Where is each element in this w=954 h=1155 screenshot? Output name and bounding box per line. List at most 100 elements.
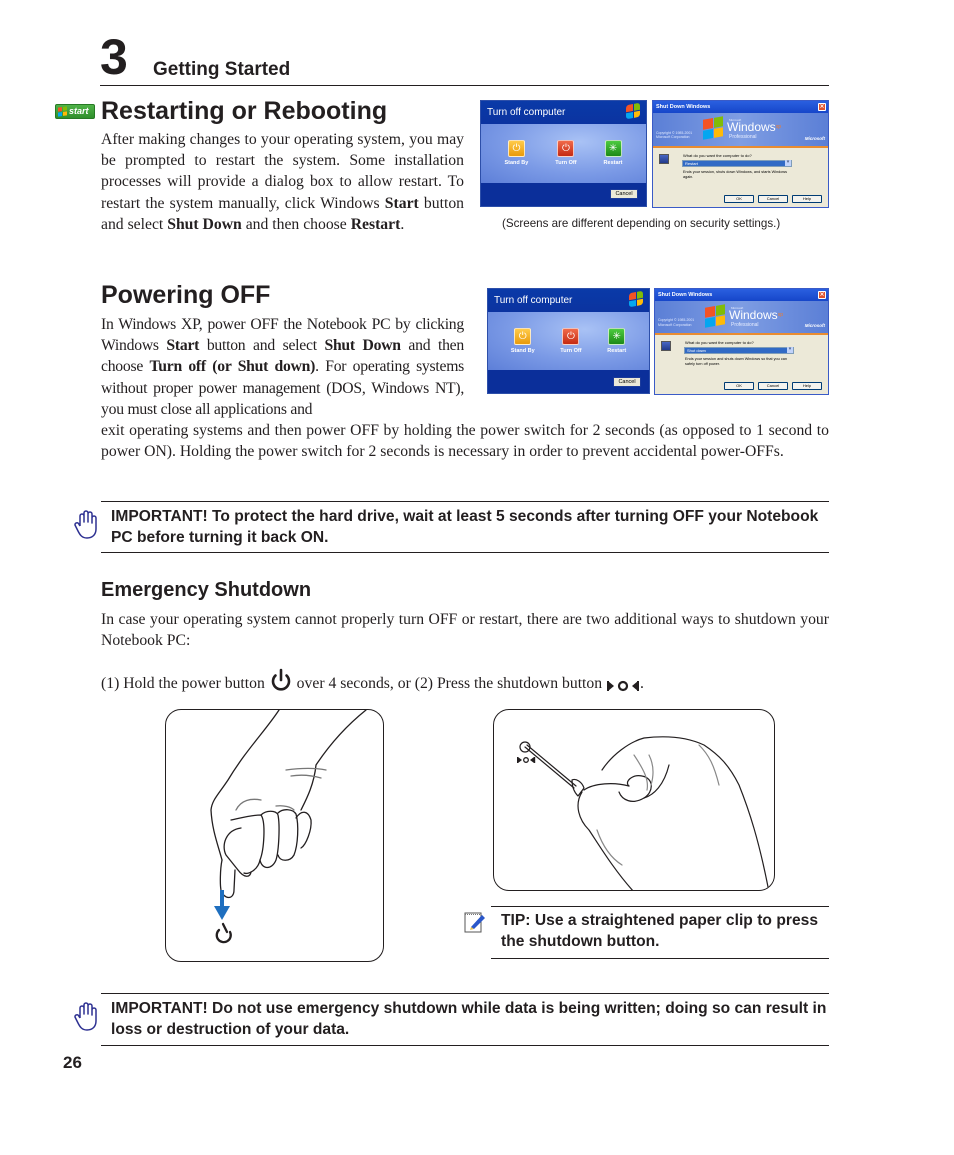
brand-name: Windows [729, 307, 778, 322]
option-label: Turn Off [555, 160, 577, 167]
help-button[interactable]: Help [792, 381, 822, 390]
notepad-pen-icon [464, 911, 486, 938]
copyright-text: Copyright © 1985-2001 Microsoft Corporat… [658, 318, 695, 327]
windows-logo-icon [703, 115, 723, 140]
turn-off-option[interactable]: ⏻ Turn Off [560, 327, 582, 354]
edition-text: Professional [729, 133, 757, 140]
emergency-paragraph: In case your operating system cannot pro… [101, 611, 829, 650]
bold-run: Restart [350, 215, 401, 233]
callout-top-rule [101, 501, 829, 502]
dialog-titlebar: Turn off computer [488, 289, 649, 312]
standby-icon: ⏻ [514, 327, 532, 345]
computer-icon [661, 341, 671, 352]
start-badge-label: start [69, 106, 89, 116]
power-off-icon: ⏻ [562, 327, 580, 345]
vendor-text: Microsoft [804, 135, 825, 141]
cancel-button[interactable]: Cancel [610, 189, 638, 200]
power-paragraph-continued: exit operating systems and then power OF… [101, 422, 829, 461]
copyright-text: Copyright © 1985-2001 Microsoft Corporat… [656, 130, 693, 140]
windows-xp-banner: Copyright © 1985-2001 Microsoft Corporat… [653, 112, 828, 148]
power-paragraph: In Windows XP, power OFF the Notebook PC… [101, 314, 464, 420]
option-label: Stand By [504, 160, 529, 167]
restart-option[interactable]: ✳ Restart [607, 327, 627, 354]
close-icon[interactable]: × [818, 102, 826, 111]
turn-off-computer-dialog: Turn off computer ⏻ Stand By ⏻ Turn Off ✳ R… [480, 100, 647, 207]
standby-icon: ⏻ [507, 140, 525, 158]
power-button-icon [269, 668, 293, 698]
hand-stop-icon [74, 1000, 98, 1032]
turn-off-computer-dialog: Turn off computer ⏻ Stand By ⏻ Turn Off ✳ R… [487, 288, 650, 394]
dialog-options: ⏻ Stand By ⏻ Turn Off ✳ Restart [481, 124, 646, 183]
restart-option[interactable]: ✳ Restart [604, 140, 623, 166]
dialog-titlebar: Shut Down Windows × [655, 289, 828, 301]
option-label: Stand By [510, 347, 535, 354]
callout-bottom-rule [101, 1045, 829, 1046]
dialog-buttons: OK Cancel Help [724, 194, 822, 203]
windows-logo-icon [626, 102, 640, 120]
tip-top-rule [491, 906, 829, 907]
action-description: Ends your session, shuts down Windows, a… [683, 169, 788, 179]
dialog-titlebar: Turn off computer [481, 101, 646, 125]
text-run: . [400, 215, 405, 233]
power-button-illustration [165, 709, 384, 962]
brand-text: Windowsxp [729, 309, 783, 321]
emergency-section-title: Emergency Shutdown [101, 579, 312, 601]
callout-bottom-rule [101, 552, 829, 553]
text-run: . [640, 675, 644, 692]
bold-run: Shut Down [167, 215, 242, 233]
action-select[interactable]: Restart [682, 159, 792, 167]
option-label: Turn Off [560, 347, 582, 354]
bold-run: Start [166, 337, 200, 355]
dialog-titlebar: Shut Down Windows × [653, 101, 828, 113]
bold-run: Turn off (or Shut down) [149, 358, 316, 376]
important-note-emergency: IMPORTANT! Do not use emergency shutdown… [111, 1000, 827, 1038]
paper-clip-illustration [493, 709, 775, 891]
paper-clip-hand-icon [517, 736, 770, 890]
dialog-body: What do you want the computer to do? Res… [653, 148, 828, 207]
brand-name: Windows [727, 119, 776, 134]
power-section-title: Powering OFF [101, 281, 271, 309]
vendor-text: Microsoft [804, 323, 825, 329]
cancel-button[interactable]: Cancel [758, 381, 788, 390]
chapter-title: Getting Started [153, 59, 291, 80]
action-description: Ends your session and shuts down Windows… [685, 357, 787, 367]
dialog-title: Shut Down Windows [658, 291, 713, 298]
ok-button[interactable]: OK [724, 381, 754, 390]
screenshot-caption: (Screens are different depending on secu… [502, 217, 781, 230]
restart-icon: ✳ [608, 327, 626, 345]
windows-xp-banner: Copyright © 1985-2001 Microsoft Corporat… [655, 300, 828, 336]
restart-icon: ✳ [604, 140, 622, 158]
ok-button[interactable]: OK [724, 194, 754, 203]
shut-down-windows-dialog: Shut Down Windows × Copyright © 1985-200… [652, 100, 829, 208]
brand-sup: xp [777, 311, 783, 318]
cancel-button[interactable]: Cancel [758, 194, 788, 203]
text-run: (1) Hold the power button [101, 675, 269, 692]
text-run: button and select [199, 337, 325, 355]
dialog-body: What do you want the computer to do? Shu… [655, 335, 828, 394]
standby-option[interactable]: ⏻ Stand By [504, 140, 528, 166]
chapter-number: 3 [100, 29, 128, 85]
cancel-button[interactable]: Cancel [613, 376, 641, 387]
emergency-steps: (1) Hold the power button over 4 seconds… [101, 668, 829, 698]
turn-off-option[interactable]: ⏻ Turn Off [555, 140, 577, 167]
option-label: Restart [603, 160, 623, 167]
dialog-footer: Cancel [481, 182, 646, 206]
close-icon[interactable]: × [818, 290, 826, 299]
dialog-title: Turn off computer [494, 294, 573, 306]
dialog-footer: Cancel [488, 370, 649, 393]
option-label: Restart [607, 347, 627, 354]
dialog-title: Shut Down Windows [656, 103, 711, 110]
help-button[interactable]: Help [792, 194, 822, 203]
action-select[interactable]: Shut down [684, 347, 794, 355]
shutdown-button-icon [606, 677, 640, 698]
windows-logo-icon [705, 303, 725, 328]
tip-bottom-rule [491, 958, 829, 959]
header-divider [100, 85, 829, 86]
restart-paragraph: After making changes to your operating s… [101, 129, 464, 235]
brand-sup: xp [775, 123, 781, 130]
dialog-options: ⏻ Stand By ⏻ Turn Off ✳ Restart [488, 311, 649, 371]
question-label: What do you want the computer to do? [683, 152, 752, 158]
bold-run: Shut Down [324, 337, 401, 355]
windows-flag-icon [58, 106, 67, 117]
standby-option[interactable]: ⏻ Stand By [510, 327, 535, 354]
